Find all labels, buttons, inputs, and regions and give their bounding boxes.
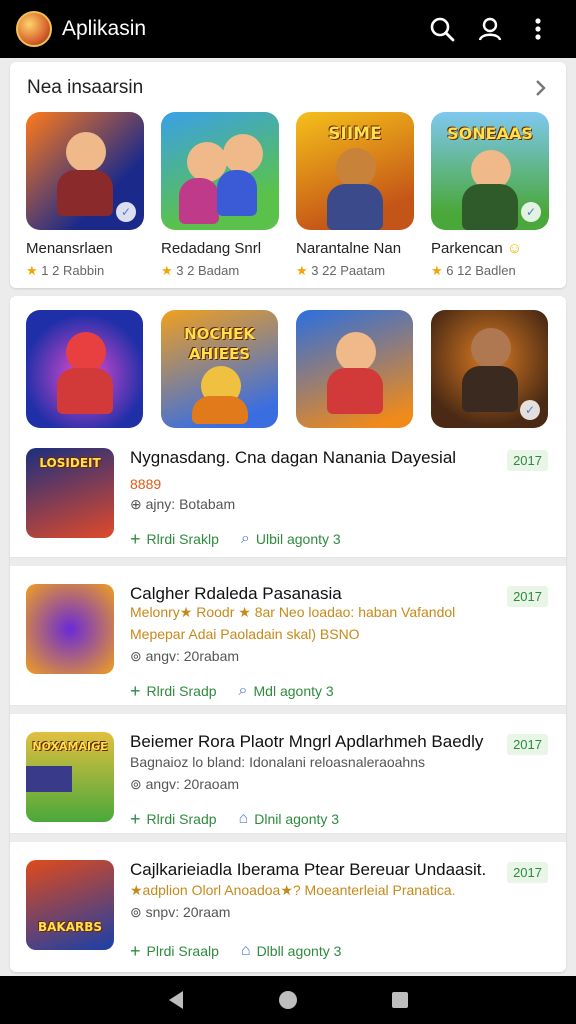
list-app-icon: NOXAMAIGE bbox=[26, 732, 114, 822]
year-badge: 2017 bbox=[507, 450, 548, 471]
list-item[interactable]: LOSIDEIT Nygnasdang. Cna dagan Nanania D… bbox=[10, 430, 566, 558]
list-item-sub: ⊚ angv: 20rabam bbox=[130, 648, 240, 664]
section-title: Nea insaarsin bbox=[27, 77, 144, 98]
app-tile[interactable]: Redadang Snrl ★ 3 2 Badam bbox=[161, 112, 296, 279]
featured-app-icon[interactable]: ✓ bbox=[431, 310, 548, 428]
featured-section: NOCHEK AHIEES ✓ LOSIDEIT Nygnasdang. Cna… bbox=[10, 296, 566, 972]
featured-app-icon[interactable]: NOCHEK AHIEES bbox=[161, 310, 278, 428]
list-item[interactable]: BAKARBS Cajlkarieiadla Iberama Ptear Ber… bbox=[10, 834, 566, 972]
featured-app-icon[interactable] bbox=[296, 310, 413, 428]
home-icon[interactable] bbox=[268, 980, 308, 1020]
recents-icon[interactable] bbox=[380, 980, 420, 1020]
year-badge: 2017 bbox=[507, 586, 548, 607]
system-nav-bar bbox=[0, 976, 576, 1024]
list-item-desc: Mepepar Adai Paoladain skal) BSNO bbox=[130, 626, 360, 642]
verified-icon: ✓ bbox=[521, 202, 541, 222]
details-action[interactable]: ⌂ Dlnil agonty 3 bbox=[239, 810, 340, 828]
app-tile[interactable]: SIIME Narantalne Nan ★ 3 22 Paatam bbox=[296, 112, 431, 279]
list-app-icon: BAKARBS bbox=[26, 860, 114, 950]
list-item-title: Nygnasdang. Cna dagan Nanania Dayesial bbox=[130, 448, 457, 467]
app-icon-image: SIIME bbox=[296, 112, 414, 230]
list-item-title: Cajlkarieiadla Iberama Ptear Bereuar Und… bbox=[130, 860, 487, 879]
list-item[interactable]: Calgher Rdaleda Pasanasia Melonry★ Roodr… bbox=[10, 558, 566, 706]
verified-icon: ✓ bbox=[520, 400, 540, 420]
section-header[interactable]: Nea insaarsin bbox=[10, 62, 566, 102]
app-icon-image: SONEAAS ✓ bbox=[431, 112, 549, 230]
top-app-bar: Aplikasin bbox=[0, 0, 576, 58]
list-item-rating: Melonry★ Roodr ★ 8ar Neo loadao: haban V… bbox=[130, 604, 456, 620]
app-tile[interactable]: SONEAAS ✓ Parkencan ☺ ★ 6 12 Badlen bbox=[431, 112, 566, 279]
share-icon: ⌂ bbox=[240, 942, 251, 959]
verified-icon: ✓ bbox=[116, 202, 136, 222]
app-rating: ★ 3 2 Badam bbox=[161, 263, 240, 278]
search-icon: ⌕ bbox=[240, 530, 250, 547]
list-app-icon: LOSIDEIT bbox=[26, 448, 114, 538]
install-action[interactable]: + Rlrdi Sraklp bbox=[130, 530, 219, 548]
featured-app-icon[interactable] bbox=[26, 310, 143, 428]
app-name: Menansrlaen bbox=[26, 240, 113, 257]
list-item-desc: Bagnaioz lo bland: Idonalani reloasnaler… bbox=[130, 754, 425, 770]
details-action[interactable]: ⌕ Mdl agonty 3 bbox=[239, 682, 334, 700]
list-app-icon bbox=[26, 584, 114, 674]
app-name: Redadang Snrl bbox=[161, 240, 262, 257]
app-tile[interactable]: ✓ Menansrlaen ★ 1 2 Rabbin bbox=[26, 112, 161, 279]
list-item[interactable]: NOXAMAIGE Beiemer Rora Plaotr Mngrl Apdl… bbox=[10, 706, 566, 834]
list-item-title: Calgher Rdaleda Pasanasia bbox=[130, 584, 342, 603]
year-badge: 2017 bbox=[507, 734, 548, 755]
chevron-right-icon[interactable] bbox=[530, 78, 550, 98]
app-rating: ★ 3 22 Paatam bbox=[296, 263, 386, 278]
app-logo bbox=[16, 11, 52, 47]
app-rating: ★ 6 12 Badlen bbox=[431, 263, 516, 278]
share-icon: ⌂ bbox=[238, 810, 249, 827]
install-action[interactable]: + Plrdi Sraalp bbox=[130, 942, 219, 960]
account-icon[interactable] bbox=[468, 7, 512, 51]
app-title: Aplikasin bbox=[62, 17, 147, 40]
app-rating: ★ 1 2 Rabbin bbox=[26, 263, 105, 278]
app-name: Parkencan ☺ bbox=[431, 240, 523, 257]
list-item-title: Beiemer Rora Plaotr Mngrl Apdlarhmeh Bae… bbox=[130, 732, 484, 751]
new-apps-section: Nea insaarsin ✓ Menansrlaen ★ 1 2 Rabbin… bbox=[10, 62, 566, 288]
search-icon[interactable] bbox=[420, 7, 464, 51]
list-item-rating: 8889 bbox=[130, 476, 162, 492]
back-icon[interactable] bbox=[156, 980, 196, 1020]
app-icon-image: ✓ bbox=[26, 112, 144, 230]
install-action[interactable]: + Rlrdi Sradp bbox=[130, 682, 217, 700]
more-vert-icon[interactable] bbox=[516, 7, 560, 51]
list-item-sub: ⊚ angv: 20raoam bbox=[130, 776, 240, 792]
search-icon: ⌕ bbox=[238, 682, 248, 699]
app-icon-image bbox=[161, 112, 279, 230]
list-item-rating: ★adplion Olorl Anoadoa★? Moeanterleial P… bbox=[130, 882, 456, 898]
list-item-sub: ⊕ ajny: Botabam bbox=[130, 496, 236, 512]
details-action[interactable]: ⌕ Ulbil agonty 3 bbox=[241, 530, 341, 548]
list-item-sub: ⊚ snpv: 20raam bbox=[130, 904, 231, 920]
install-action[interactable]: + Rlrdi Sradp bbox=[130, 810, 217, 828]
app-name: Narantalne Nan bbox=[296, 240, 402, 257]
year-badge: 2017 bbox=[507, 862, 548, 883]
details-action[interactable]: ⌂ Dlbll agonty 3 bbox=[241, 942, 342, 960]
